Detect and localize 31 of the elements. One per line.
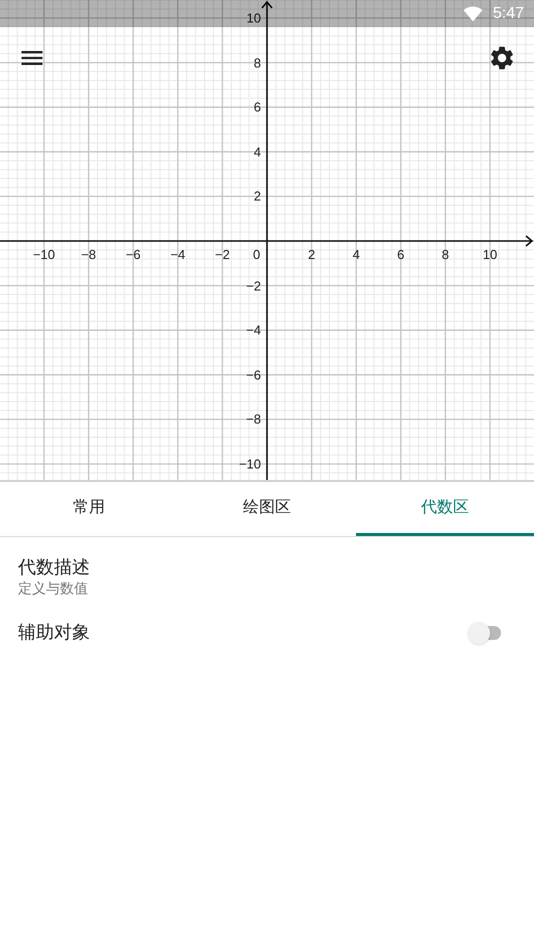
axis-label: 2 [308, 248, 316, 261]
axis-label: 8 [254, 56, 261, 70]
axis-label: −2 [214, 248, 230, 261]
axis-label: 4 [352, 248, 360, 261]
setting-title: 辅助对象 [18, 621, 90, 644]
axis-label: 2 [254, 190, 261, 203]
setting-subtitle: 定义与数值 [18, 579, 89, 597]
tab[interactable]: 常用 [0, 482, 178, 536]
axis-label: 4 [254, 145, 261, 158]
axis-label: −2 [246, 279, 261, 292]
axis-label: −10 [32, 248, 56, 261]
axis-label: 8 [442, 248, 449, 261]
axis-label: −10 [238, 458, 261, 470]
axis-label: 0 [253, 248, 260, 261]
tab[interactable]: 绘图区 [178, 482, 356, 536]
settings-item[interactable]: 代数描述 定义与数值 [0, 537, 534, 605]
axis-label: 10 [482, 248, 498, 261]
axis-label: 6 [397, 248, 404, 261]
axis-label: 10 [246, 12, 261, 24]
wifi-icon [462, 6, 483, 22]
axis-label: −6 [126, 248, 141, 261]
axis-label: −6 [246, 368, 261, 382]
axis-label: −8 [81, 248, 96, 261]
axis-label: −8 [246, 412, 261, 426]
setting-title: 代数描述 [18, 556, 91, 579]
axis-label: −4 [170, 248, 186, 261]
settings-icon [488, 44, 516, 72]
axis-label: 6 [254, 100, 261, 114]
status-time: 5:47 [492, 4, 524, 24]
tab[interactable]: 代数区 [356, 482, 534, 536]
axis-label: −4 [246, 324, 261, 337]
